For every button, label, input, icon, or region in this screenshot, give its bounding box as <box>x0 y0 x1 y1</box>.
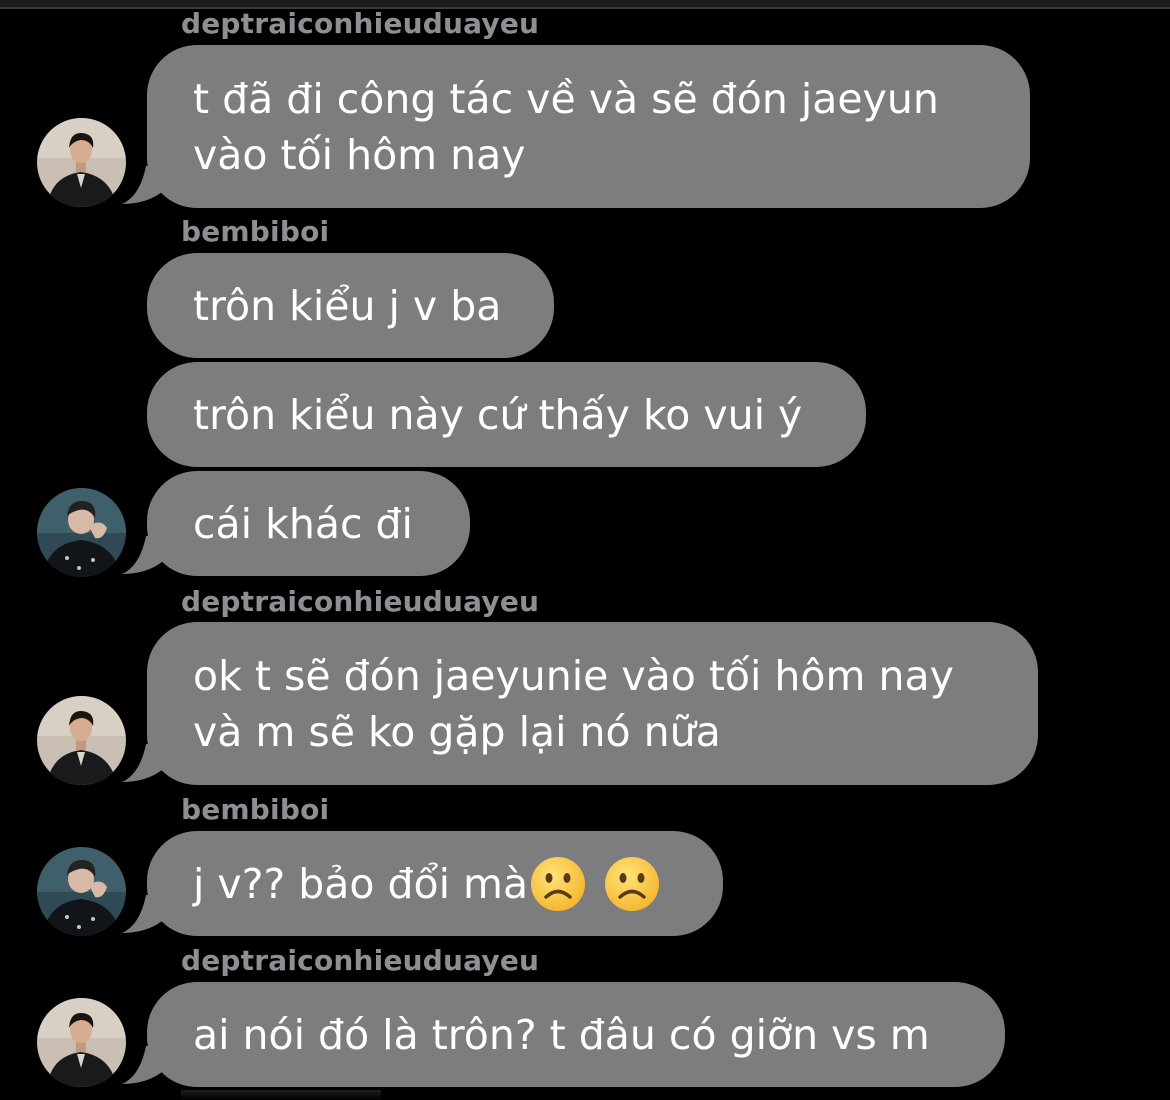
message-text: cái khác đi <box>193 499 413 548</box>
message-bubble[interactable]: ok t sẽ đón jaeyunie vào tối hôm nay và … <box>147 622 1038 785</box>
message-bubble[interactable]: trôn kiểu j v ba <box>147 253 554 358</box>
next-sender-name-cut-off <box>181 1090 381 1100</box>
user-photo-icon <box>37 488 126 577</box>
message-bubble[interactable]: t đã đi công tác về và sẽ đón jaeyun vào… <box>147 45 1030 208</box>
message-text: trôn kiểu này cứ thấy ko vui ý <box>193 390 803 439</box>
message-bubble[interactable]: j v?? bảo đổi mà <box>147 831 723 936</box>
frowning-face-emoji <box>531 856 586 911</box>
sender-name: deptraiconhieuduayeu <box>181 7 540 40</box>
message-text: trôn kiểu j v ba <box>193 281 502 330</box>
avatar-deptraiconhieuduayeu[interactable] <box>37 696 126 785</box>
message-text: ai nói đó là trôn? t đâu có giỡn vs m <box>193 1010 930 1059</box>
sender-name: bembiboi <box>181 215 330 248</box>
message-text: j v?? bảo đổi mà <box>193 859 529 908</box>
message-text: ok t sẽ đón jaeyunie vào tối hôm nay và … <box>193 651 954 756</box>
avatar-deptraiconhieuduayeu[interactable] <box>37 118 126 207</box>
message-text: t đã đi công tác về và sẽ đón jaeyun vào… <box>193 74 939 179</box>
sender-name: bembiboi <box>181 793 330 826</box>
message-bubble[interactable]: cái khác đi <box>147 471 470 576</box>
avatar-bembiboi[interactable] <box>37 488 126 577</box>
frowning-face-emoji <box>605 856 660 911</box>
sender-name: deptraiconhieuduayeu <box>181 944 540 977</box>
top-divider <box>0 0 1170 9</box>
sender-name: deptraiconhieuduayeu <box>181 585 540 618</box>
avatar-deptraiconhieuduayeu[interactable] <box>37 998 126 1087</box>
user-photo-icon <box>37 847 126 936</box>
message-bubble[interactable]: ai nói đó là trôn? t đâu có giỡn vs m <box>147 982 1005 1087</box>
avatar-bembiboi[interactable] <box>37 847 126 936</box>
user-photo-icon <box>37 118 126 207</box>
message-bubble[interactable]: trôn kiểu này cứ thấy ko vui ý <box>147 362 866 467</box>
user-photo-icon <box>37 998 126 1087</box>
user-photo-icon <box>37 696 126 785</box>
